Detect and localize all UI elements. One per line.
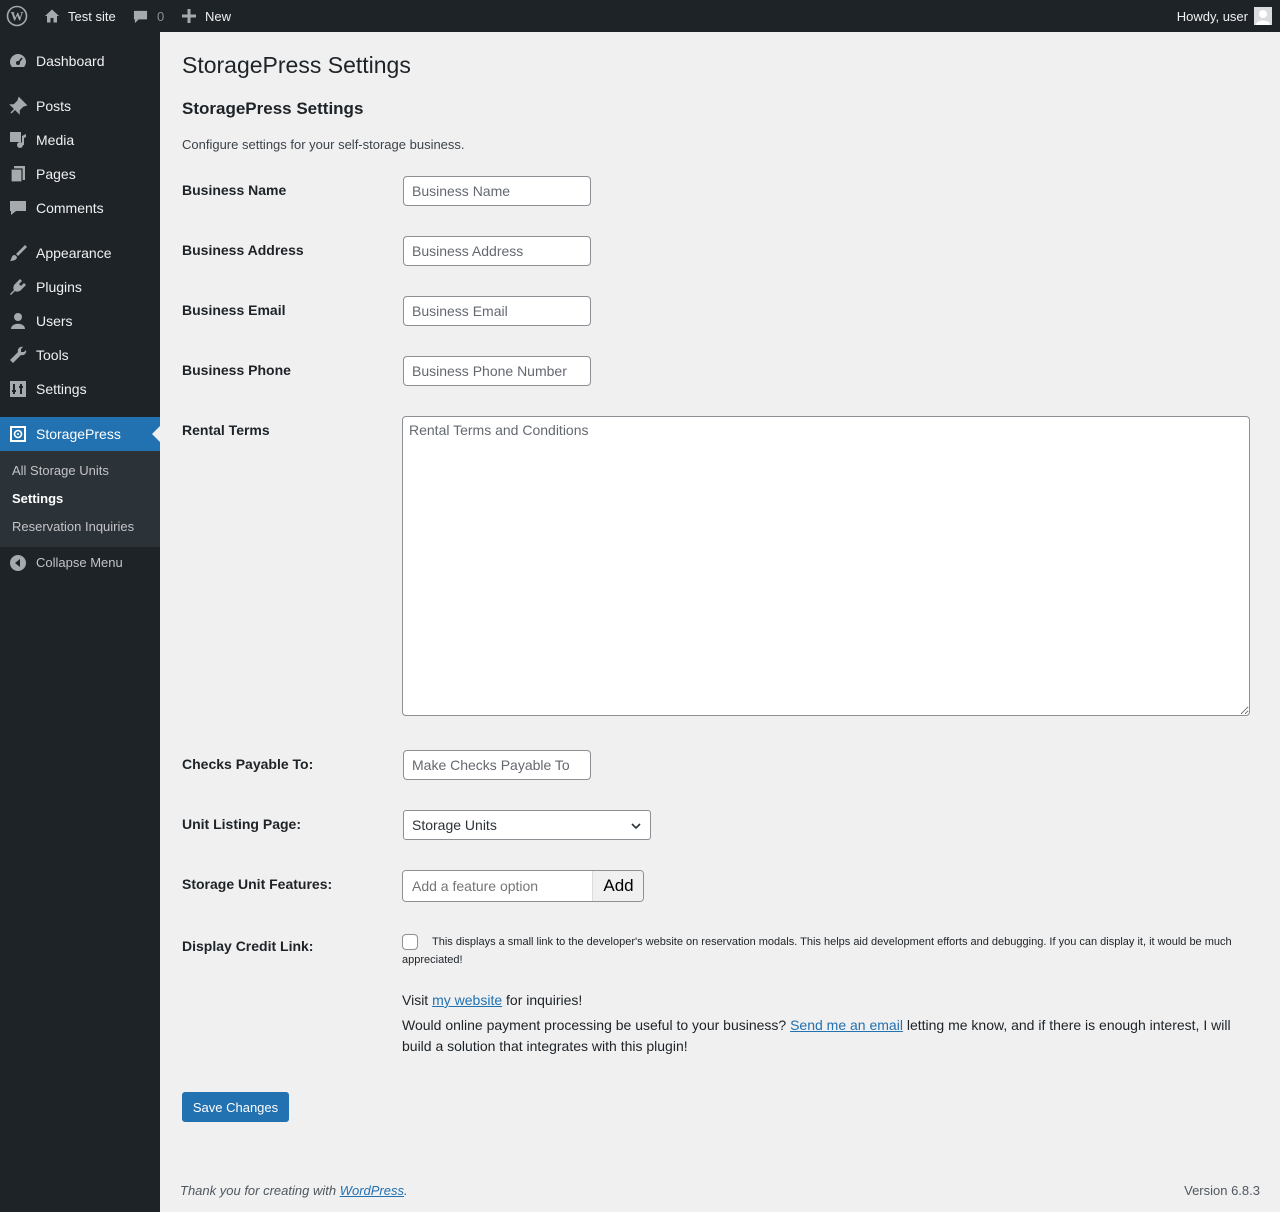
business-email-label: Business Email (182, 302, 286, 318)
submenu-item-settings[interactable]: Settings (12, 491, 63, 506)
sidebar-item-label: Tools (36, 347, 69, 363)
sidebar-item-appearance[interactable]: Appearance (0, 236, 160, 270)
business-address-input[interactable] (403, 236, 591, 266)
unit-listing-select[interactable]: Storage Units (403, 810, 651, 840)
storagepress-submenu: All Storage Units Settings Reservation I… (0, 451, 160, 547)
feature-option-input[interactable] (403, 871, 593, 901)
wrench-icon (8, 345, 28, 365)
my-website-link[interactable]: my website (432, 992, 502, 1008)
avatar (1254, 7, 1272, 25)
section-title: StoragePress Settings (182, 99, 364, 118)
sidebar-item-label: Media (36, 132, 75, 148)
svg-text:W: W (11, 9, 24, 24)
sidebar-item-label: Pages (36, 166, 76, 182)
sidebar-item-label: Comments (36, 200, 104, 216)
checks-payable-input[interactable] (403, 750, 591, 780)
business-name-input[interactable] (403, 176, 591, 206)
submenu-item-reservation-inquiries[interactable]: Reservation Inquiries (12, 519, 134, 534)
sidebar-item-label: Dashboard (36, 53, 105, 69)
collapse-menu-button[interactable]: Collapse Menu (0, 551, 160, 575)
features-label: Storage Unit Features: (182, 876, 333, 892)
sidebar-item-pages[interactable]: Pages (0, 157, 160, 191)
feature-input-group: Add (402, 870, 644, 902)
plus-icon (182, 9, 196, 23)
page-description: Configure settings for your self-storage… (182, 137, 465, 152)
collapse-menu-label: Collapse Menu (36, 555, 123, 570)
business-address-label: Business Address (182, 242, 304, 258)
howdy-text: Howdy, user (1176, 8, 1248, 24)
admin-bar: W Test site 0 New Howdy, user (0, 0, 1280, 32)
footer-version: Version 6.8.3 (1184, 1183, 1260, 1198)
footer-thanks: Thank you for creating with WordPress. (180, 1183, 408, 1198)
credit-link-label: Display Credit Link: (182, 938, 314, 954)
add-feature-button[interactable]: Add (592, 871, 643, 901)
rental-terms-label: Rental Terms (182, 422, 270, 438)
sidebar-item-plugins[interactable]: Plugins (0, 270, 160, 304)
sidebar-item-label: Posts (36, 98, 72, 114)
new-content-link[interactable]: New (182, 0, 231, 32)
unit-listing-selected: Storage Units (412, 817, 497, 833)
save-changes-button[interactable]: Save Changes (182, 1092, 289, 1122)
pushpin-icon (8, 96, 28, 116)
comment-icon (8, 198, 28, 218)
sidebar-item-settings[interactable]: Settings (0, 372, 160, 406)
settings-icon (8, 379, 28, 399)
visit-website-text: Visit my website for inquiries! (402, 992, 583, 1008)
sidebar-item-label: StoragePress (36, 426, 121, 442)
business-email-input[interactable] (403, 296, 591, 326)
business-phone-label: Business Phone (182, 362, 291, 378)
chevron-down-icon (630, 819, 642, 835)
media-icon (8, 130, 28, 150)
home-icon (44, 8, 60, 24)
page-title: StoragePress Settings (182, 52, 411, 78)
sidebar-item-media[interactable]: Media (0, 123, 160, 157)
new-label: New (205, 8, 232, 24)
payment-processing-text: Would online payment processing be usefu… (402, 1017, 1231, 1054)
user-icon (8, 311, 28, 331)
rental-terms-textarea[interactable] (402, 416, 1250, 716)
site-name: Test site (68, 8, 116, 24)
sidebar-item-comments[interactable]: Comments (0, 191, 160, 225)
credit-link-description: This displays a small link to the develo… (402, 936, 1232, 966)
dashboard-icon (8, 51, 28, 71)
sidebar-item-posts[interactable]: Posts (0, 89, 160, 123)
wordpress-link[interactable]: WordPress (340, 1183, 404, 1198)
comment-icon (133, 9, 148, 24)
sidebar-item-storagepress[interactable]: StoragePress (0, 417, 160, 451)
sidebar-item-dashboard[interactable]: Dashboard (0, 44, 160, 78)
sidebar-item-label: Settings (36, 381, 87, 397)
account-menu[interactable]: Howdy, user (1177, 0, 1272, 32)
credit-link-checkbox[interactable] (402, 934, 418, 950)
business-name-label: Business Name (182, 182, 287, 198)
submenu-item-all-storage-units[interactable]: All Storage Units (12, 463, 109, 478)
pages-icon (8, 164, 28, 184)
admin-sidebar: Dashboard Posts Media Pages Comments App… (0, 32, 160, 1212)
wordpress-logo-icon[interactable]: W (6, 0, 28, 32)
plugin-icon (8, 277, 28, 297)
sidebar-item-tools[interactable]: Tools (0, 338, 160, 372)
current-menu-arrow (152, 426, 160, 442)
sidebar-item-users[interactable]: Users (0, 304, 160, 338)
sidebar-item-label: Appearance (36, 245, 112, 261)
unit-listing-label: Unit Listing Page: (182, 816, 301, 832)
collapse-arrow-icon (10, 555, 26, 574)
business-phone-input[interactable] (403, 356, 591, 386)
comments-link[interactable]: 0 (133, 0, 164, 32)
site-name-link[interactable]: Test site (44, 0, 116, 32)
sidebar-item-label: Users (36, 313, 73, 329)
comments-count: 0 (157, 8, 165, 24)
storage-icon (8, 424, 28, 444)
sidebar-item-label: Plugins (36, 279, 82, 295)
send-email-link[interactable]: Send me an email (790, 1017, 903, 1033)
checks-payable-label: Checks Payable To: (182, 756, 314, 772)
paintbrush-icon (8, 243, 28, 263)
